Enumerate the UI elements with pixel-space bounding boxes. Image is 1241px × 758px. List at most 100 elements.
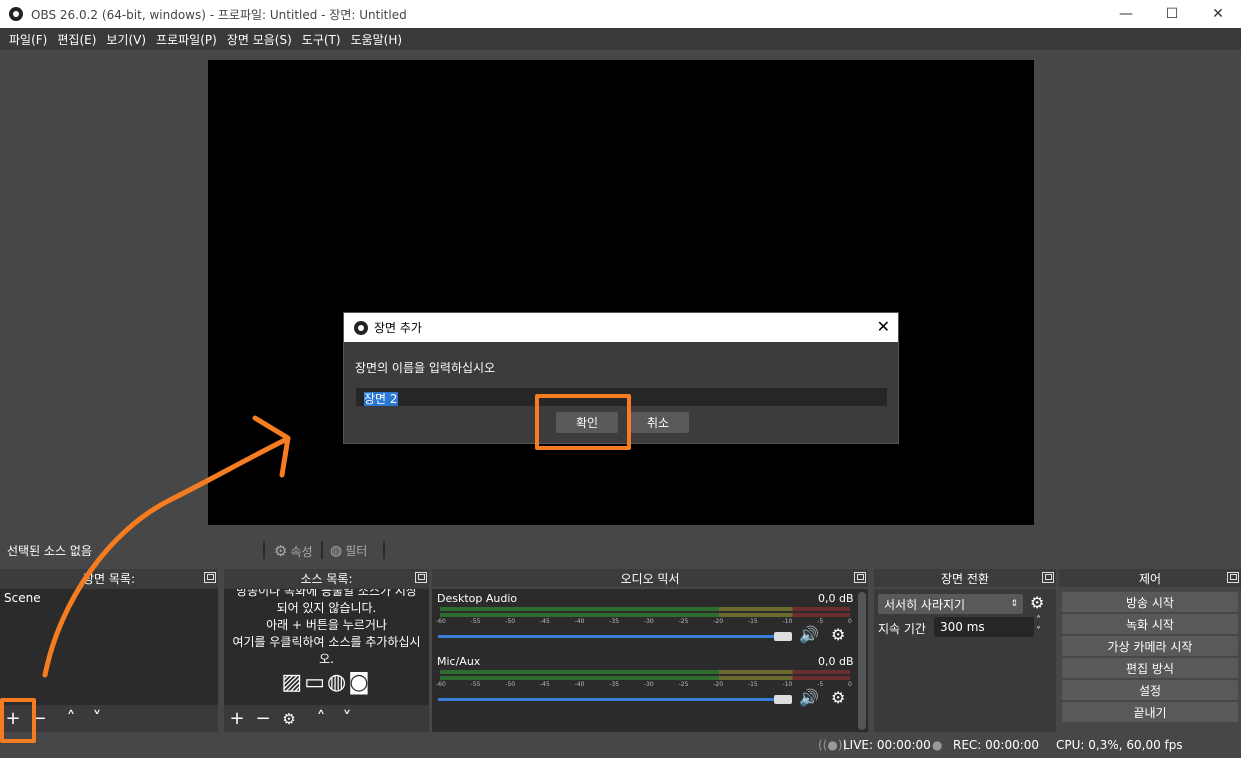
start-recording-button[interactable]: 녹화 시작: [1062, 614, 1238, 634]
filters-label: 필터: [345, 544, 368, 558]
empty-hint-line: 아래 + 버튼을 누르거나: [266, 618, 387, 632]
chevron-up-icon[interactable]: ˄: [308, 708, 334, 729]
mixer-dock: 오디오 믹서: [432, 569, 868, 587]
volume-slider-handle[interactable]: [774, 695, 792, 704]
transitions-panel: 서서히 사라지기 ⇕ ⚙ 지속 기간 300 ms ˄ ˅: [874, 589, 1056, 732]
exit-button[interactable]: 끝내기: [1062, 702, 1238, 722]
empty-hint-line: 오.: [319, 652, 334, 666]
properties-label: 속성: [290, 544, 313, 559]
menu-scene-collection[interactable]: 장면 모음(S): [222, 31, 297, 48]
cancel-button[interactable]: 취소: [627, 412, 689, 433]
controls-dock: 제어: [1059, 569, 1241, 587]
window-title: OBS 26.0.2 (64-bit, windows) - 프로파일: Unt…: [31, 7, 407, 22]
transition-value: 서서히 사라지기: [884, 597, 966, 612]
duration-label: 지속 기간: [878, 622, 926, 636]
volume-slider[interactable]: [438, 635, 788, 638]
maximize-button[interactable]: ☐: [1149, 0, 1195, 28]
speaker-icon[interactable]: 🔊: [799, 688, 819, 707]
duration-value: 300 ms: [940, 620, 985, 634]
list-item[interactable]: Scene: [0, 589, 218, 607]
settings-button[interactable]: 설정: [1062, 680, 1238, 700]
scenes-header: 장면 목록:: [0, 569, 218, 587]
sources-header: 소스 목록:: [224, 569, 429, 587]
duration-input[interactable]: 300 ms: [934, 617, 1034, 637]
meter-ticks: -60 -55 -50 -45 -40 -35 -30 -25 -20 -15 -10 -5 0: [436, 618, 852, 625]
volume-meter: [440, 676, 850, 680]
channel-db: 0,0 dB: [818, 592, 854, 605]
gear-icon[interactable]: ⚙: [276, 710, 302, 728]
camera-icon: ◙: [348, 670, 372, 695]
properties-button[interactable]: ⚙ 속성: [274, 542, 313, 560]
sources-title: 소스 목록:: [300, 571, 353, 586]
channel-name: Mic/Aux: [437, 655, 481, 668]
menu-profile[interactable]: 프로파일(P): [151, 31, 222, 48]
dialog-close-icon[interactable]: ✕: [877, 317, 890, 336]
volume-meter: [440, 670, 850, 674]
menu-bar: 파일(F) 편집(E) 보기(V) 프로파일(P) 장면 모음(S) 도구(T)…: [0, 28, 1241, 50]
display-icon: ▭: [304, 670, 328, 695]
float-dock-icon[interactable]: [1227, 572, 1239, 583]
no-source-label: 선택된 소스 없음: [7, 543, 92, 558]
obs-logo-icon: [9, 7, 23, 21]
dialog-title-bar: 장면 추가 ✕: [344, 313, 898, 342]
empty-hint-line: 되어 있지 않습니다.: [276, 601, 377, 615]
filter-icon: ◍: [330, 542, 343, 559]
float-dock-icon[interactable]: [1042, 572, 1054, 583]
chevron-down-icon[interactable]: ˅: [84, 708, 110, 729]
float-dock-icon[interactable]: [854, 572, 866, 583]
remove-icon[interactable]: −: [250, 708, 276, 729]
add-icon[interactable]: +: [224, 708, 250, 729]
divider: [321, 541, 323, 559]
volume-slider-handle[interactable]: [774, 632, 792, 641]
source-list[interactable]: 방송이나 녹화에 등불일 소스가 시상 되어 있지 않습니다. 아래 + 버튼을…: [224, 589, 429, 705]
mixer-header: 오디오 믹서: [432, 569, 868, 587]
menu-edit[interactable]: 편집(E): [52, 31, 101, 48]
menu-tools[interactable]: 도구(T): [297, 31, 346, 48]
float-dock-icon[interactable]: [415, 572, 427, 583]
volume-slider[interactable]: [438, 698, 788, 701]
channel-name: Desktop Audio: [437, 592, 518, 605]
start-virtual-camera-button[interactable]: 가상 카메라 시작: [1062, 636, 1238, 656]
spin-buttons[interactable]: ˄ ˅: [1036, 615, 1041, 637]
selected-text: 장면 2: [364, 392, 398, 406]
minimize-button[interactable]: —: [1103, 0, 1149, 28]
mixer-title: 오디오 믹서: [620, 571, 680, 586]
float-dock-icon[interactable]: [204, 572, 216, 583]
transition-select[interactable]: 서서히 사라지기 ⇕: [878, 594, 1023, 614]
divider: [383, 541, 385, 559]
rec-status: REC: 00:00:00: [953, 738, 1040, 752]
globe-icon: ◍: [327, 670, 349, 695]
menu-view[interactable]: 보기(V): [101, 31, 151, 48]
ok-highlight-box: [535, 394, 631, 450]
chevron-up-icon[interactable]: ˄: [58, 708, 84, 729]
meter-ticks: -60 -55 -50 -45 -40 -35 -30 -25 -20 -15 -10 -5 0: [436, 681, 852, 688]
cpu-status: CPU: 0,3%, 60,00 fps: [1056, 738, 1183, 752]
preview-canvas[interactable]: [208, 60, 1034, 525]
close-button[interactable]: ✕: [1195, 0, 1241, 28]
empty-hint-line: 여기를 우클릭하여 소스를 추가하십시: [232, 635, 421, 649]
chevron-down-icon[interactable]: ˅: [334, 708, 360, 729]
studio-mode-button[interactable]: 편집 방식: [1062, 658, 1238, 678]
scene-list[interactable]: Scene: [0, 589, 218, 705]
gear-icon[interactable]: ⚙: [831, 625, 845, 644]
controls-title: 제어: [1138, 571, 1162, 586]
source-toolbar: 선택된 소스 없음: [0, 537, 1241, 563]
controls-header: 제어: [1059, 569, 1241, 587]
dialog-title: 장면 추가: [374, 321, 422, 335]
volume-meter: [440, 607, 850, 611]
source-type-icons: ▨▭◍◙: [224, 672, 429, 694]
gear-icon[interactable]: ⚙: [831, 688, 845, 707]
volume-meter: [440, 613, 850, 617]
start-streaming-button[interactable]: 방송 시작: [1062, 592, 1238, 612]
menu-help[interactable]: 도움말(H): [346, 31, 408, 48]
live-status: LIVE: 00:00:00: [843, 738, 931, 752]
audio-mixer: Desktop Audio 0,0 dB -60 -55 -50 -45 -40 -35-…: [432, 589, 868, 732]
gear-icon[interactable]: ⚙: [1030, 593, 1044, 612]
speaker-icon[interactable]: 🔊: [799, 625, 819, 644]
divider: [263, 541, 265, 559]
title-bar: OBS 26.0.2 (64-bit, windows) - 프로파일: Unt…: [0, 0, 1241, 28]
mixer-scrollbar[interactable]: [858, 592, 866, 730]
filters-button[interactable]: ◍ 필터: [330, 542, 367, 559]
menu-file[interactable]: 파일(F): [4, 31, 52, 48]
channel-db: 0,0 dB: [818, 655, 854, 668]
